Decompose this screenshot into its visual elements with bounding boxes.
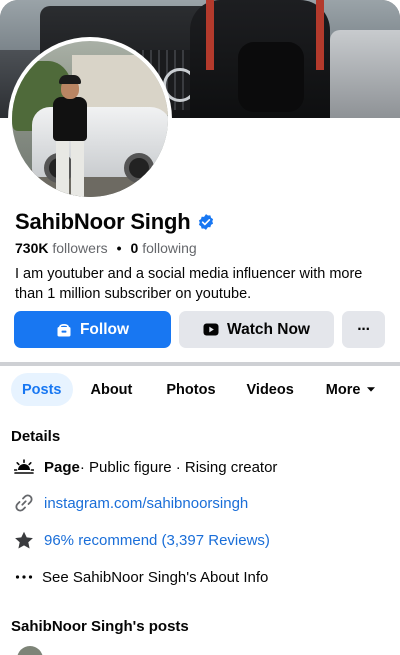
profile-bio: I am youtuber and a social media influen… (15, 266, 363, 302)
star-icon (13, 529, 35, 551)
page-label: Page (44, 458, 80, 476)
page-icon (13, 456, 35, 478)
watch-now-label: Watch Now (227, 320, 310, 338)
following-label[interactable]: following (142, 240, 196, 256)
instagram-link[interactable]: instagram.com/sahibnoorsingh (44, 495, 248, 512)
more-options-button[interactable]: ··· (342, 311, 385, 348)
following-count[interactable]: 0 (131, 240, 139, 256)
post-author-avatar[interactable] (17, 646, 43, 655)
details-heading: Details (11, 428, 61, 445)
tab-more[interactable]: More (315, 373, 388, 406)
tab-label: About (90, 381, 133, 398)
avatar-person-body (53, 97, 87, 141)
avatar-wheel (124, 153, 154, 183)
cover-stripe (206, 0, 214, 70)
followers-count[interactable]: 730K (15, 240, 48, 256)
follow-button[interactable]: Follow (14, 311, 171, 348)
tab-about[interactable]: About (80, 373, 144, 406)
recommend-link[interactable]: 96% recommend (3,397 Reviews) (44, 532, 270, 549)
avatar-person-legs (56, 139, 84, 197)
avatar-person-cap (59, 75, 81, 84)
profile-name-row: SahibNoor Singh (15, 209, 215, 235)
cover-stripe (316, 0, 324, 70)
follow-icon (57, 323, 71, 336)
detail-instagram[interactable]: instagram.com/sahibnoorsingh (13, 492, 248, 514)
tab-photos[interactable]: Photos (155, 373, 226, 406)
detail-about-info[interactable]: See SahibNoor Singh's About Info (13, 566, 268, 588)
chevron-down-icon (367, 387, 376, 392)
follow-button-label: Follow (79, 320, 130, 338)
tab-posts[interactable]: Posts (11, 373, 73, 406)
play-icon (203, 323, 219, 336)
cover-bag (238, 42, 304, 112)
profile-avatar[interactable] (8, 37, 172, 201)
link-icon (13, 492, 35, 514)
posts-heading: SahibNoor Singh's posts (11, 618, 189, 635)
profile-name: SahibNoor Singh (15, 209, 191, 234)
tab-label: Photos (166, 381, 216, 398)
more-dots-icon: ··· (357, 320, 370, 338)
profile-page: SahibNoor Singh 730K followers • 0 followi… (0, 0, 400, 655)
section-divider (0, 362, 400, 366)
watch-now-button[interactable]: Watch Now (179, 311, 334, 348)
cover-car-right (330, 30, 400, 118)
detail-page-type: Page · Public figure · Rising creator (13, 456, 277, 478)
stats-separator: • (116, 240, 122, 256)
tab-label: More (325, 381, 361, 398)
avatar-photo (12, 41, 168, 197)
tab-label: Videos (246, 381, 294, 398)
tab-videos[interactable]: Videos (236, 373, 305, 406)
ellipsis-icon (13, 566, 35, 588)
profile-stats: 730K followers • 0 following (15, 240, 197, 256)
verified-badge-icon (199, 214, 214, 230)
page-category: · Public figure · Rising creator (79, 458, 278, 476)
tab-label: Posts (22, 381, 62, 398)
profile-tabs: Posts About Photos Videos More (11, 373, 387, 406)
about-info-link[interactable]: See SahibNoor Singh's About Info (42, 569, 268, 586)
followers-label[interactable]: followers (52, 240, 107, 256)
detail-recommend[interactable]: 96% recommend (3,397 Reviews) (13, 529, 270, 551)
